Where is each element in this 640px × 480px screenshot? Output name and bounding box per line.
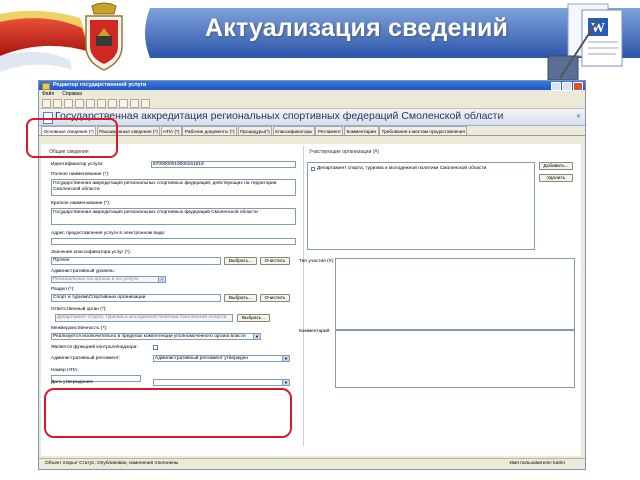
delete-participant-button[interactable]: Удалить (539, 174, 573, 182)
tab-comments[interactable]: Комментарии (343, 126, 379, 135)
new-icon[interactable] (42, 98, 51, 108)
chevron-down-icon[interactable]: ▼ (158, 277, 165, 282)
admin-level-label: Административный уровень: (51, 269, 115, 274)
menu-file[interactable]: Файл (42, 90, 54, 98)
tab-reglament[interactable]: Регламент (315, 126, 344, 135)
classifier-field[interactable]: Прочее (51, 257, 221, 265)
tab-npa[interactable]: НПА (*) (160, 126, 182, 135)
menu-bar: Файл Справка (39, 90, 585, 98)
user-name-text: Имя пользователя: katrin (509, 461, 565, 466)
participant-label: Департамент спорта, туризма и молодежной… (317, 166, 487, 171)
close-icon[interactable]: ✕ (576, 113, 581, 120)
reglament-label: Административный регламент: (51, 356, 121, 361)
toolbar (39, 98, 585, 109)
ext-control-label: Является функцией контроля/надзора: (51, 345, 138, 350)
paste-icon[interactable] (108, 98, 117, 108)
document-title: Государственная аккредитация региональны… (55, 110, 504, 122)
slide-title: Актуализация сведений (205, 14, 509, 42)
add-participant-button[interactable]: Добавить... (539, 162, 573, 170)
minimize-button[interactable] (551, 82, 561, 91)
address-field[interactable] (51, 238, 296, 245)
status-bar: Объект открыт Статус: Опубликован, измен… (39, 458, 585, 469)
npa-number-label: Номер НПА: (51, 368, 79, 373)
full-name-label: Полное наименование (*): (51, 172, 110, 177)
approval-date-label: Дата утверждения: (51, 380, 94, 385)
responsible-field[interactable]: Департамент спорта, туризма и молодежной… (55, 314, 233, 322)
classifier-select-button[interactable]: Выбрать... (224, 257, 257, 265)
status-text: Объект открыт Статус: Опубликован, измен… (45, 461, 179, 466)
approval-date-dropdown[interactable]: ▼ (153, 379, 290, 386)
comment-field[interactable] (335, 330, 575, 388)
ext-control-checkbox[interactable] (153, 345, 158, 350)
section-label: Раздел (*): (51, 287, 75, 292)
classifier-label: Значение классификатора услуг (*): (51, 250, 131, 255)
short-name-label: Краткое наименование (*): (51, 201, 111, 206)
undo-icon[interactable] (119, 98, 128, 108)
maximize-button[interactable] (562, 82, 572, 91)
redo-icon[interactable] (130, 98, 139, 108)
tab-classifiers[interactable]: Классификаторы (272, 126, 315, 135)
service-id-field[interactable]: 6700000010000161619 (151, 161, 296, 168)
chevron-down-icon[interactable]: ▼ (253, 334, 260, 339)
save-icon[interactable] (64, 98, 73, 108)
section-clear-button[interactable]: Очистить (260, 294, 290, 302)
annotation-highlight-reglament (44, 388, 292, 438)
responsible-label: Ответственный орган (*): (51, 307, 107, 312)
copy-icon[interactable] (97, 98, 106, 108)
responsible-select-button[interactable]: Выбрать... (237, 314, 270, 322)
column-divider (303, 146, 304, 446)
documents-icon: W (547, 3, 623, 81)
interdept-dropdown[interactable]: Реализуется исключительно в пределах ком… (51, 333, 261, 340)
menu-help[interactable]: Справка (62, 90, 82, 98)
section-field[interactable]: Спорт и туризм\Спортивные организации (51, 294, 221, 302)
full-name-field[interactable]: Государственная аккредитация региональны… (51, 179, 296, 196)
cut-icon[interactable] (86, 98, 95, 108)
address-label: Адрес предоставления услуги в электронно… (51, 231, 166, 236)
list-item[interactable]: Департамент спорта, туризма и молодежной… (311, 166, 486, 171)
participants-heading: Участвующие организации (#) (309, 149, 379, 155)
chevron-down-icon[interactable]: ▼ (282, 380, 289, 385)
reglament-dropdown[interactable]: Административный регламент утвержден ▼ (153, 355, 290, 362)
print-icon[interactable] (75, 98, 84, 108)
tab-procedures[interactable]: Процедуры(*) (237, 126, 273, 135)
annotation-highlight-tab (26, 118, 118, 158)
participation-type-field[interactable] (335, 258, 575, 330)
app-icon (42, 83, 50, 90)
tab-working-docs[interactable]: Рабочие документы (*) (182, 126, 238, 135)
admin-level-dropdown[interactable]: Региональные гос.органы и гос.услуги ▼ (51, 276, 166, 283)
service-id-label: Идентификатор услуги: (51, 162, 104, 167)
slide-header: Актуализация сведений W (0, 0, 640, 81)
interdept-label: Межведомственность (*): (51, 326, 108, 331)
interdept-value: Реализуется исключительно в пределах ком… (53, 334, 246, 339)
participants-list: Департамент спорта, туризма и молодежной… (307, 162, 535, 250)
admin-level-value: Региональные гос.органы и гос.услуги (53, 277, 139, 282)
participant-checkbox[interactable] (311, 166, 315, 171)
short-name-field[interactable]: Государственная аккредитация региональны… (51, 208, 296, 225)
window-title: Редактор государственной услуги (53, 82, 147, 88)
tab-bar: Основные сведения (*) Расширенные сведен… (39, 126, 585, 136)
help-icon[interactable] (141, 98, 150, 108)
open-icon[interactable] (53, 98, 62, 108)
section-select-button[interactable]: Выбрать... (224, 294, 257, 302)
coat-of-arms-emblem (85, 2, 123, 71)
classifier-clear-button[interactable]: Очистить (260, 257, 290, 265)
document-header: Государственная аккредитация региональны… (39, 109, 585, 126)
chevron-down-icon[interactable]: ▼ (282, 356, 289, 361)
participation-type-label: Тип участия (#): (299, 259, 335, 264)
tab-requirements[interactable]: Требования к местам предоставления (379, 126, 468, 135)
window-titlebar: Редактор государственной услуги (39, 81, 585, 91)
comment-label: Комментарий: (299, 329, 331, 334)
close-button[interactable] (573, 82, 583, 91)
reglament-value: Административный регламент утвержден (155, 356, 249, 361)
